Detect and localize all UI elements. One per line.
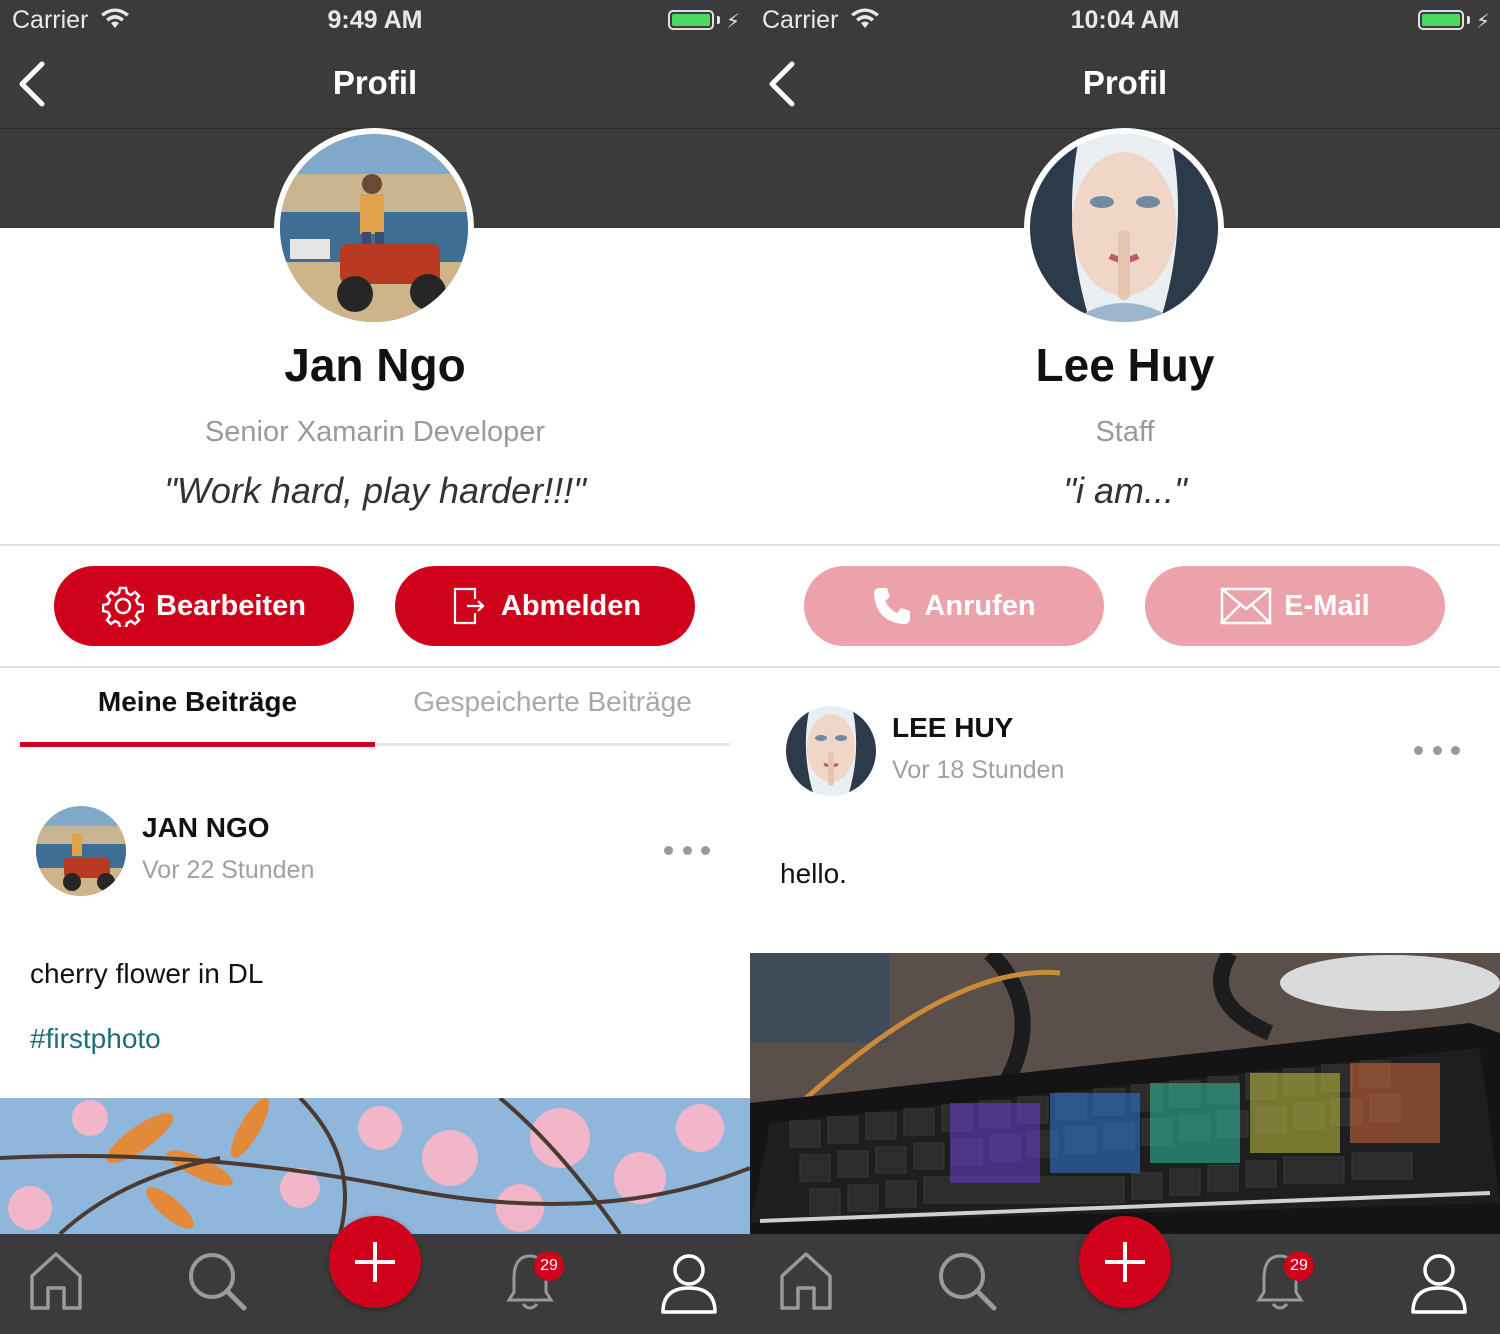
email-button-label: E-Mail — [1284, 589, 1370, 622]
divider — [750, 666, 1500, 668]
profile-screen-lee: Carrier 10:04 AM ⚡ Profil Lee Huy Staff … — [750, 0, 1500, 1334]
post-timestamp: Vor 18 Stunden — [892, 756, 1065, 784]
post-image[interactable] — [0, 1098, 750, 1234]
email-button[interactable]: E-Mail — [1145, 566, 1445, 646]
post-author-avatar[interactable] — [786, 706, 876, 796]
edit-button-label: Bearbeiten — [156, 589, 306, 622]
more-options-icon[interactable] — [664, 843, 710, 857]
logout-button-label: Abmelden — [500, 589, 642, 622]
post-author-name[interactable]: JAN NGO — [142, 812, 270, 844]
profile-name: Lee Huy — [1035, 339, 1215, 391]
logout-button[interactable]: Abmelden — [395, 566, 695, 646]
home-icon[interactable] — [778, 1250, 834, 1317]
call-button[interactable]: Anrufen — [804, 566, 1104, 646]
post-text: hello. — [780, 858, 847, 889]
charging-icon: ⚡ — [1475, 11, 1490, 33]
profile-avatar[interactable] — [1024, 128, 1224, 328]
status-time: 10:04 AM — [1070, 6, 1180, 34]
charging-icon: ⚡ — [725, 11, 740, 33]
home-icon[interactable] — [28, 1250, 84, 1317]
divider — [0, 544, 750, 546]
logout-icon — [449, 585, 489, 627]
phone-icon — [872, 586, 912, 626]
profile-icon[interactable] — [660, 1252, 718, 1319]
search-icon[interactable] — [936, 1250, 998, 1317]
post-author-name[interactable]: LEE HUY — [892, 712, 1013, 744]
post-text: cherry flower in DL — [30, 958, 264, 989]
mail-icon — [1220, 587, 1272, 625]
more-options-icon[interactable] — [1414, 743, 1460, 757]
status-time: 9:49 AM — [327, 6, 423, 34]
profile-role: Senior Xamarin Developer — [204, 416, 546, 448]
add-post-button[interactable] — [329, 1216, 421, 1308]
post-image[interactable] — [750, 953, 1500, 1234]
post-timestamp: Vor 22 Stunden — [142, 856, 315, 884]
edit-button[interactable]: Bearbeiten — [54, 566, 354, 646]
battery-icon — [1418, 10, 1464, 30]
divider — [0, 666, 750, 668]
call-button-label: Anrufen — [924, 589, 1036, 622]
profile-role: Staff — [1095, 416, 1155, 448]
gear-icon — [102, 585, 145, 627]
divider — [750, 544, 1500, 546]
notification-badge: 29 — [1284, 1251, 1314, 1281]
profile-icon[interactable] — [1410, 1252, 1468, 1319]
profile-quote: "Work hard, play harder!!!" — [164, 470, 586, 511]
profile-avatar[interactable] — [274, 128, 474, 328]
profile-name: Jan Ngo — [284, 339, 466, 391]
page-title: Profil — [332, 64, 418, 101]
tab-my-posts[interactable]: Meine Beiträge — [20, 686, 375, 726]
battery-icon — [668, 10, 714, 30]
active-tab-indicator — [20, 742, 375, 747]
profile-screen-jan: Carrier 9:49 AM ⚡ Profil Jan Ngo Senior … — [0, 0, 750, 1334]
page-title: Profil — [1082, 64, 1168, 101]
add-post-button[interactable] — [1079, 1216, 1171, 1308]
post-hashtag[interactable]: #firstphoto — [30, 1023, 161, 1055]
tab-saved-posts[interactable]: Gespeicherte Beiträge — [375, 686, 730, 726]
post-author-avatar[interactable] — [36, 806, 126, 896]
search-icon[interactable] — [186, 1250, 248, 1317]
notification-badge: 29 — [534, 1251, 564, 1281]
profile-quote: "i am..." — [1063, 470, 1187, 511]
